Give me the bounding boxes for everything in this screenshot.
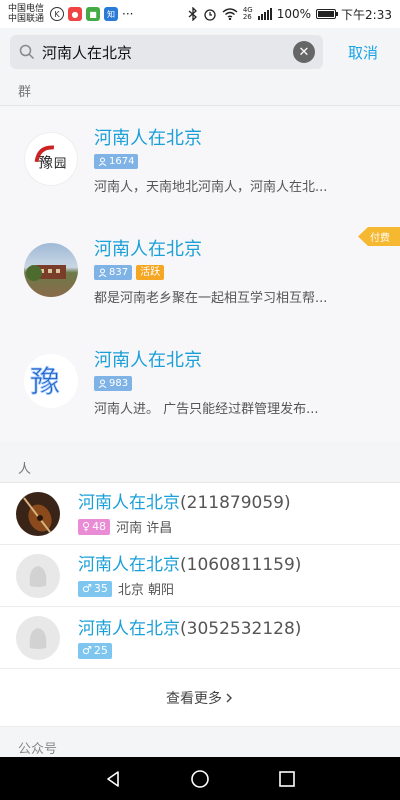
group-item[interactable]: 豫 河南人在北京 983 河南人进。 广告只能经过群管理发布... <box>0 330 400 441</box>
home-button[interactable] <box>188 767 212 791</box>
cancel-button[interactable]: 取消 <box>348 42 378 63</box>
person-id: (3052532128) <box>180 618 302 639</box>
chevron-right-icon <box>226 693 232 702</box>
photo-app-icon: ■ <box>86 7 101 21</box>
gender-age-badge: ♂ 25 <box>78 642 112 659</box>
person-name: 河南人在北京 <box>78 555 180 575</box>
member-count-badge: 837 <box>94 265 133 280</box>
person-age: 35 <box>93 582 108 595</box>
see-more-button[interactable]: 查看更多 <box>0 669 400 727</box>
battery-percent: 100% <box>276 7 312 21</box>
group-avatar: 豫 <box>24 354 78 408</box>
active-badge: 活跃 <box>136 265 165 280</box>
carrier-2: 中国联通 <box>8 14 45 24</box>
group-description: 都是河南老乡聚在一起相互学习相互帮... <box>94 291 328 306</box>
group-list: 豫园 河南人在北京 1674 河南人，天南地北河南人，河南人在北... 河南人在… <box>0 108 400 441</box>
carrier-labels: 中国电信 中国联通 <box>8 4 44 24</box>
default-avatar-icon <box>29 627 47 649</box>
back-triangle-icon <box>107 770 120 787</box>
person-id: (211879059) <box>180 493 291 513</box>
svg-text:园: 园 <box>54 156 67 171</box>
section-header-public: 公众号 <box>0 727 400 757</box>
female-icon: ♀ <box>82 520 91 533</box>
clear-search-icon[interactable]: ✕ <box>293 41 315 63</box>
more-dots-icon: ··· <box>122 7 134 21</box>
group-item[interactable]: 河南人在北京 837 活跃 都是河南老乡聚在一起相互学习相互帮... 付费 <box>0 219 400 330</box>
person-icon <box>98 157 107 166</box>
person-icon <box>98 379 107 388</box>
gender-age-badge: ♂ 35 <box>78 580 112 597</box>
section-title-people: 人 <box>18 461 32 477</box>
group-name: 河南人在北京 <box>94 239 202 260</box>
k-app-icon: K <box>50 7 65 21</box>
group-item[interactable]: 豫园 河南人在北京 1674 河南人，天南地北河南人，河南人在北... <box>0 108 400 219</box>
male-icon: ♂ <box>82 582 92 595</box>
search-box[interactable]: ✕ <box>10 35 323 69</box>
home-circle-icon <box>191 769 209 788</box>
signal-icon <box>257 8 272 20</box>
person-location: 河南 许昌 <box>116 521 173 536</box>
clock: 下午2:33 <box>341 7 392 22</box>
maps-icon: ● <box>68 7 83 21</box>
person-avatar <box>16 553 60 598</box>
battery-icon <box>316 9 339 19</box>
member-count-badge: 983 <box>94 376 133 391</box>
person-item[interactable]: 河南人在北京(3052532128) ♂ 25 <box>0 607 400 669</box>
network-type: 4G 26 <box>243 7 253 21</box>
svg-text:豫: 豫 <box>38 155 52 172</box>
person-age: 48 <box>92 520 107 533</box>
group-name: 河南人在北京 <box>94 350 202 371</box>
svg-text:豫: 豫 <box>30 365 60 400</box>
person-item[interactable]: 河南人在北京(211879059) ♀ 48 河南 许昌 <box>0 483 400 545</box>
back-button[interactable] <box>101 767 125 791</box>
status-bar: 中国电信 中国联通 K ● ■ 知 ··· 4G 26 100% 下午2:33 <box>0 0 400 28</box>
recents-square-icon <box>278 770 295 787</box>
member-count: 837 <box>109 266 129 278</box>
male-icon: ♂ <box>82 644 92 657</box>
network-tag-2: 26 <box>242 13 252 21</box>
carrier-1: 中国电信 <box>8 4 45 14</box>
search-header: ✕ 取消 <box>0 28 400 76</box>
person-name: 河南人在北京 <box>78 618 180 639</box>
group-description: 河南人，天南地北河南人，河南人在北... <box>94 180 328 195</box>
navigation-bar <box>0 757 400 800</box>
recents-button[interactable] <box>275 767 299 791</box>
person-age: 25 <box>93 644 108 657</box>
group-avatar: 豫园 <box>24 132 78 186</box>
group-name: 河南人在北京 <box>94 128 202 149</box>
person-name: 河南人在北京 <box>78 493 180 513</box>
see-more-label: 查看更多 <box>166 690 222 707</box>
default-avatar-icon <box>29 565 47 587</box>
section-header-groups: 群 <box>0 76 400 106</box>
person-avatar <box>16 491 60 536</box>
person-id: (1060811159) <box>180 555 302 575</box>
alarm-icon <box>204 9 216 21</box>
zhihu-icon: 知 <box>104 7 119 21</box>
member-count: 1674 <box>109 155 135 167</box>
gender-age-badge: ♀ 48 <box>78 518 111 535</box>
person-location: 北京 朝阳 <box>117 583 175 598</box>
search-input[interactable] <box>42 43 293 61</box>
member-count-badge: 1674 <box>94 154 139 169</box>
person-icon <box>98 268 107 277</box>
section-title-public: 公众号 <box>18 742 58 757</box>
person-item[interactable]: 河南人在北京(1060811159) ♂ 35 北京 朝阳 <box>0 545 400 607</box>
search-icon <box>18 43 36 61</box>
section-header-people: 人 <box>0 452 400 483</box>
person-avatar <box>16 615 60 660</box>
wifi-icon <box>222 8 238 20</box>
group-avatar <box>24 243 78 297</box>
group-description: 河南人进。 广告只能经过群管理发布... <box>94 402 319 417</box>
section-title-groups: 群 <box>18 85 32 100</box>
bluetooth-icon <box>188 7 197 21</box>
member-count: 983 <box>109 377 129 389</box>
people-list: 河南人在北京(211879059) ♀ 48 河南 许昌 河南人在北京(10608… <box>0 483 400 669</box>
